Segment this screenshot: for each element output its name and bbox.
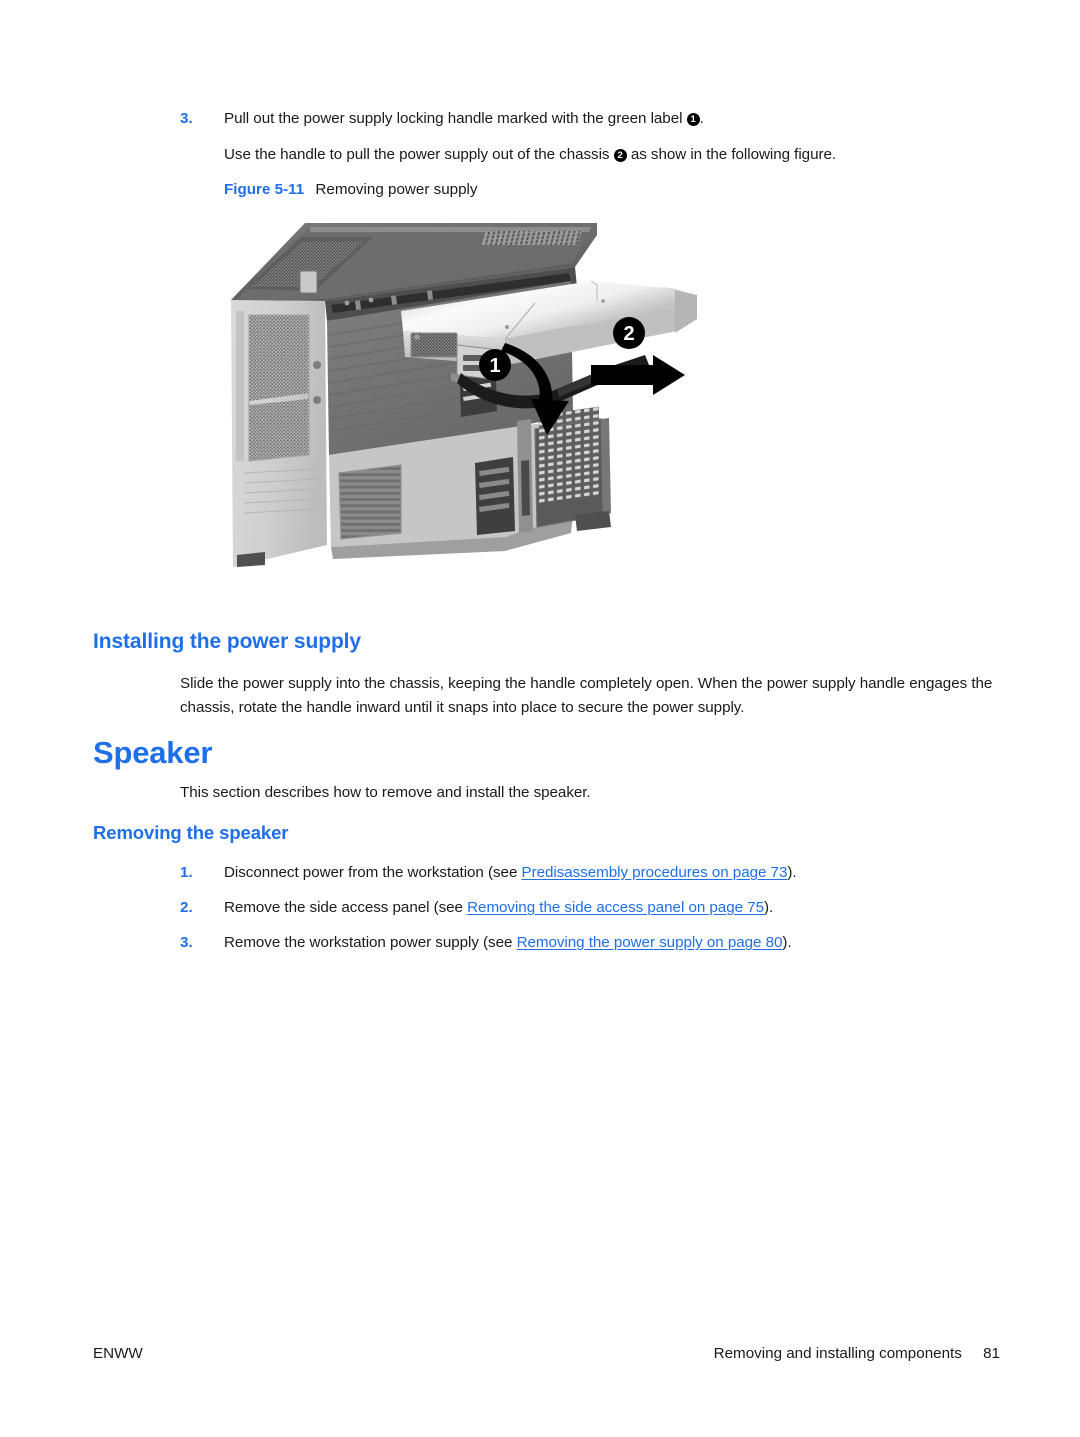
xref-link-removing-the-side-access-panel[interactable]: Removing the side access panel on page 7… <box>467 899 764 916</box>
callout-2-icon: 2 <box>613 149 627 162</box>
step-item: 3. Pull out the power supply locking han… <box>180 107 1010 131</box>
figure-title: Removing power supply <box>315 181 478 198</box>
callout-1-badge: 1 <box>479 349 511 381</box>
step-text-after: ). <box>782 934 792 951</box>
figure-caption: Figure 5-11 Removing power supply <box>224 179 478 201</box>
chassis-side-panel <box>231 300 327 567</box>
step-continuation-text: Use the handle to pull the power supply … <box>224 143 1014 167</box>
step-text-after: . <box>699 110 704 127</box>
step-item: 2. Remove the side access panel (see Rem… <box>180 896 1010 920</box>
step-text-before: Disconnect power from the workstation (s… <box>224 864 518 881</box>
step-text: Disconnect power from the workstation (s… <box>224 861 797 885</box>
heading-installing-the-power-supply: Installing the power supply <box>93 630 361 653</box>
callout-1-icon: 1 <box>686 113 700 126</box>
step-text-before: Pull out the power supply locking handle… <box>224 110 683 127</box>
footer-chapter-label: Removing and installing components <box>713 1345 962 1362</box>
step-text-before: Remove the side access panel (see <box>224 899 463 916</box>
svg-text:1: 1 <box>489 355 500 377</box>
continuation-text-after: as show in the following figure. <box>630 146 837 163</box>
heading-removing-the-speaker: Removing the speaker <box>93 822 289 843</box>
figure-removing-power-supply: 1 2 <box>205 215 715 610</box>
footer-page-number: 81 <box>983 1345 1000 1362</box>
callout-2-badge: 2 <box>613 317 645 349</box>
step-text-after: ). <box>787 864 797 881</box>
speaker-paragraph: This section describes how to remove and… <box>180 784 591 801</box>
step-number: 3. <box>180 110 193 127</box>
step-number: 2. <box>180 899 193 916</box>
step-text: Remove the workstation power supply (see… <box>224 931 792 955</box>
step-number: 1. <box>180 864 193 881</box>
figure-label: Figure 5-11 <box>224 181 305 198</box>
footer-locale-code: ENWW <box>93 1345 143 1362</box>
step-text-before: Remove the workstation power supply (see <box>224 934 513 951</box>
installing-paragraph: Slide the power supply into the chassis,… <box>180 675 993 716</box>
continuation-text-before: Use the handle to pull the power supply … <box>224 146 610 163</box>
step-text: Pull out the power supply locking handle… <box>224 107 704 131</box>
svg-text:2: 2 <box>623 323 634 345</box>
step-number: 3. <box>180 934 193 951</box>
step-text: Remove the side access panel (see Removi… <box>224 896 773 920</box>
xref-link-predisassembly-procedures[interactable]: Predisassembly procedures on page 73 <box>522 864 788 881</box>
step-item: 1. Disconnect power from the workstation… <box>180 861 1010 885</box>
heading-speaker: Speaker <box>93 735 213 770</box>
document-page: 3. Pull out the power supply locking han… <box>0 0 1080 1437</box>
step-item: 3. Remove the workstation power supply (… <box>180 931 1010 955</box>
step-text-after: ). <box>763 899 774 916</box>
footer-chapter-title: Removing and installing components 81 <box>714 1345 1000 1362</box>
xref-link-removing-the-power-supply[interactable]: Removing the power supply on page 80 <box>517 934 783 951</box>
